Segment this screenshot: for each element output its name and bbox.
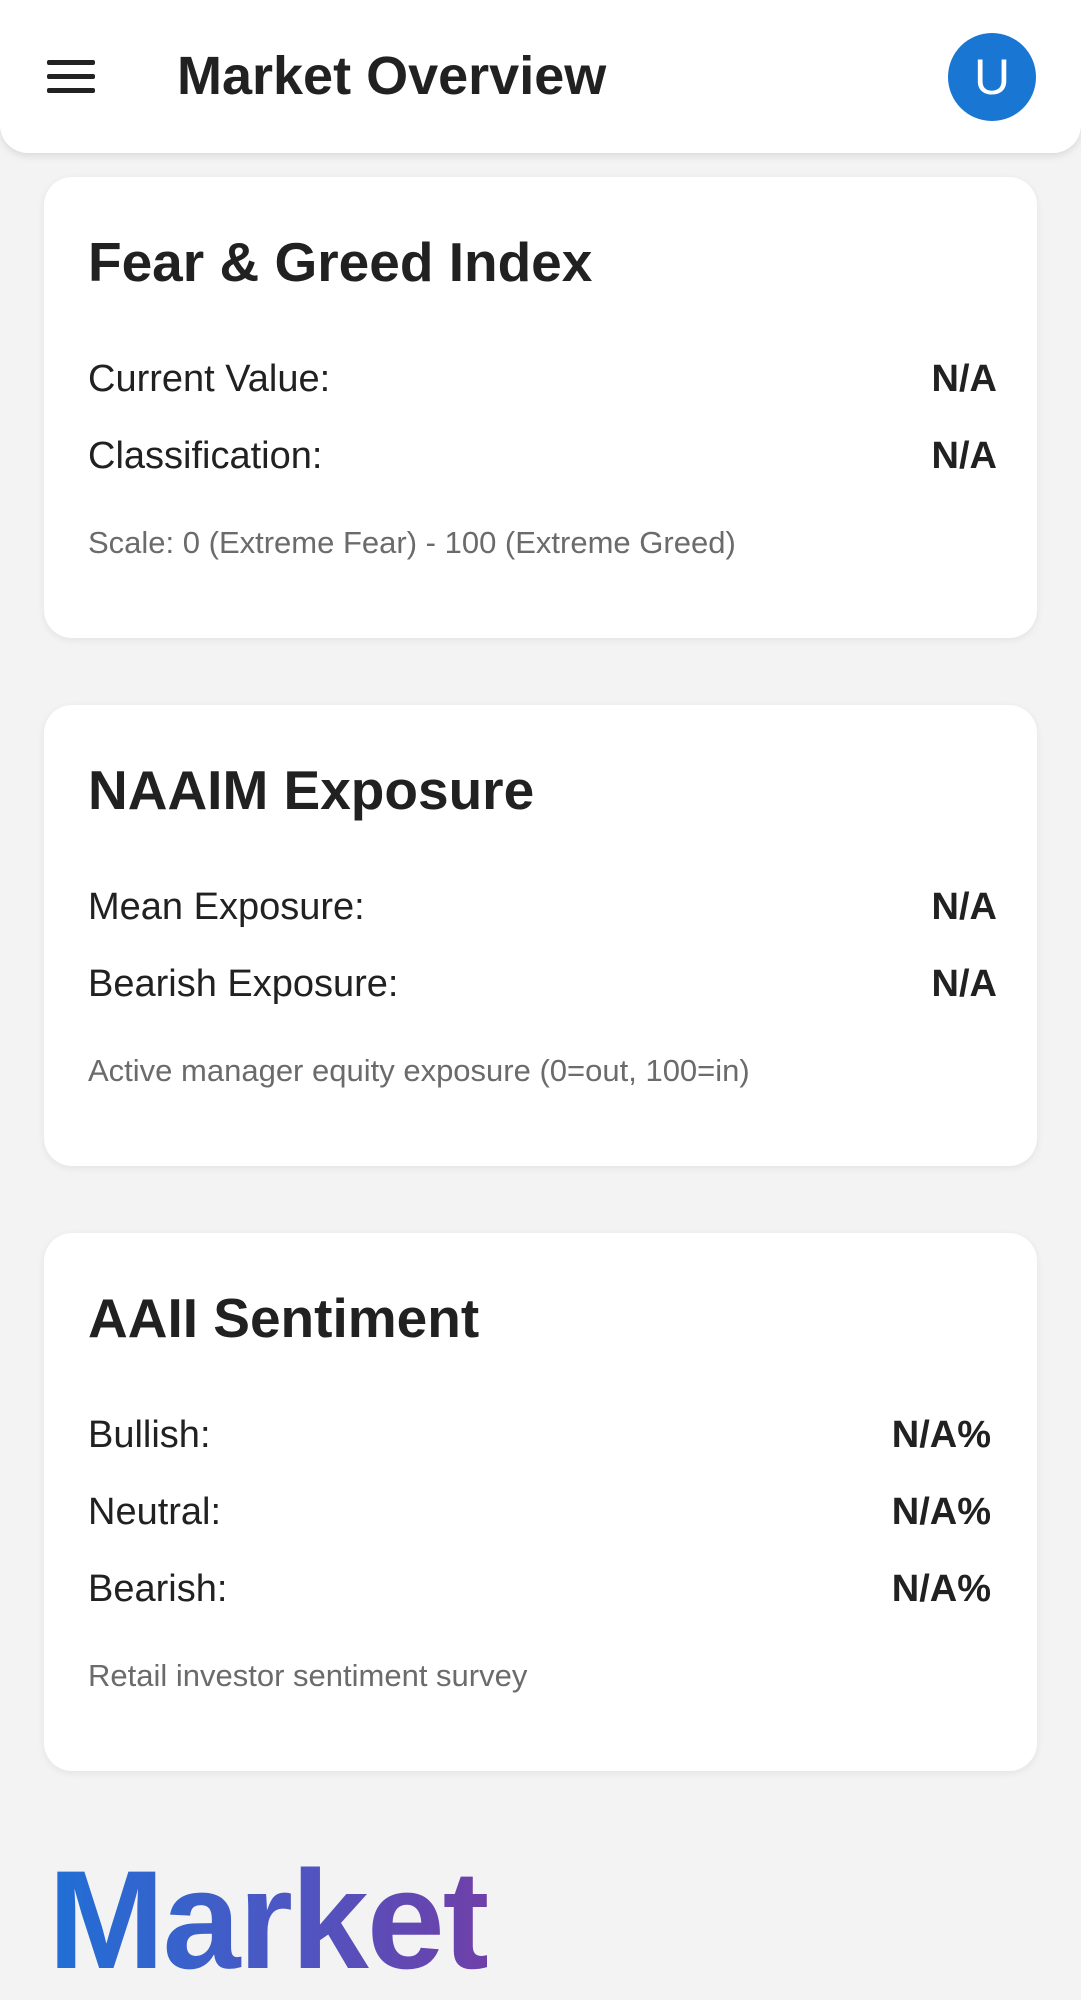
neutral-value: N/A%: [891, 1491, 991, 1533]
avatar[interactable]: U: [948, 33, 1036, 121]
bullish-label: Bullish:: [88, 1414, 211, 1456]
fear-greed-card: Fear & Greed Index Current Value: N/A Cl…: [44, 177, 1037, 638]
bearish-label: Bearish:: [88, 1568, 228, 1610]
app-bar: Market Overview U: [0, 0, 1081, 153]
current-value: N/A: [931, 358, 997, 400]
aaii-card: AAII Sentiment Bullish: N/A% Neutral: N/…: [44, 1233, 1037, 1771]
bullish-value: N/A%: [891, 1414, 991, 1456]
card-note: Active manager equity exposure (0=out, 1…: [88, 1053, 750, 1088]
bearish-exposure-value: N/A: [931, 963, 997, 1005]
menu-icon[interactable]: [44, 56, 98, 98]
page-title: Market Overview: [177, 46, 607, 106]
card-title: Fear & Greed Index: [88, 231, 593, 293]
neutral-label: Neutral:: [88, 1491, 222, 1533]
card-note: Scale: 0 (Extreme Fear) - 100 (Extreme G…: [88, 525, 736, 560]
bearish-exposure-label: Bearish Exposure:: [88, 963, 399, 1005]
mean-exposure-label: Mean Exposure:: [88, 886, 365, 928]
card-title: AAII Sentiment: [88, 1287, 480, 1349]
classification-value: N/A: [931, 435, 997, 477]
card-title: NAAIM Exposure: [88, 759, 535, 821]
card-note: Retail investor sentiment survey: [88, 1658, 528, 1693]
current-value-label: Current Value:: [88, 358, 331, 400]
menu-icon-line: [47, 88, 95, 93]
menu-icon-line: [47, 60, 95, 65]
classification-label: Classification:: [88, 435, 323, 477]
mean-exposure-value: N/A: [931, 886, 997, 928]
brand-heading: Market: [48, 1841, 489, 1998]
menu-icon-line: [47, 74, 95, 79]
naaim-card: NAAIM Exposure Mean Exposure: N/A Bearis…: [44, 705, 1037, 1166]
bearish-value: N/A%: [891, 1568, 991, 1610]
